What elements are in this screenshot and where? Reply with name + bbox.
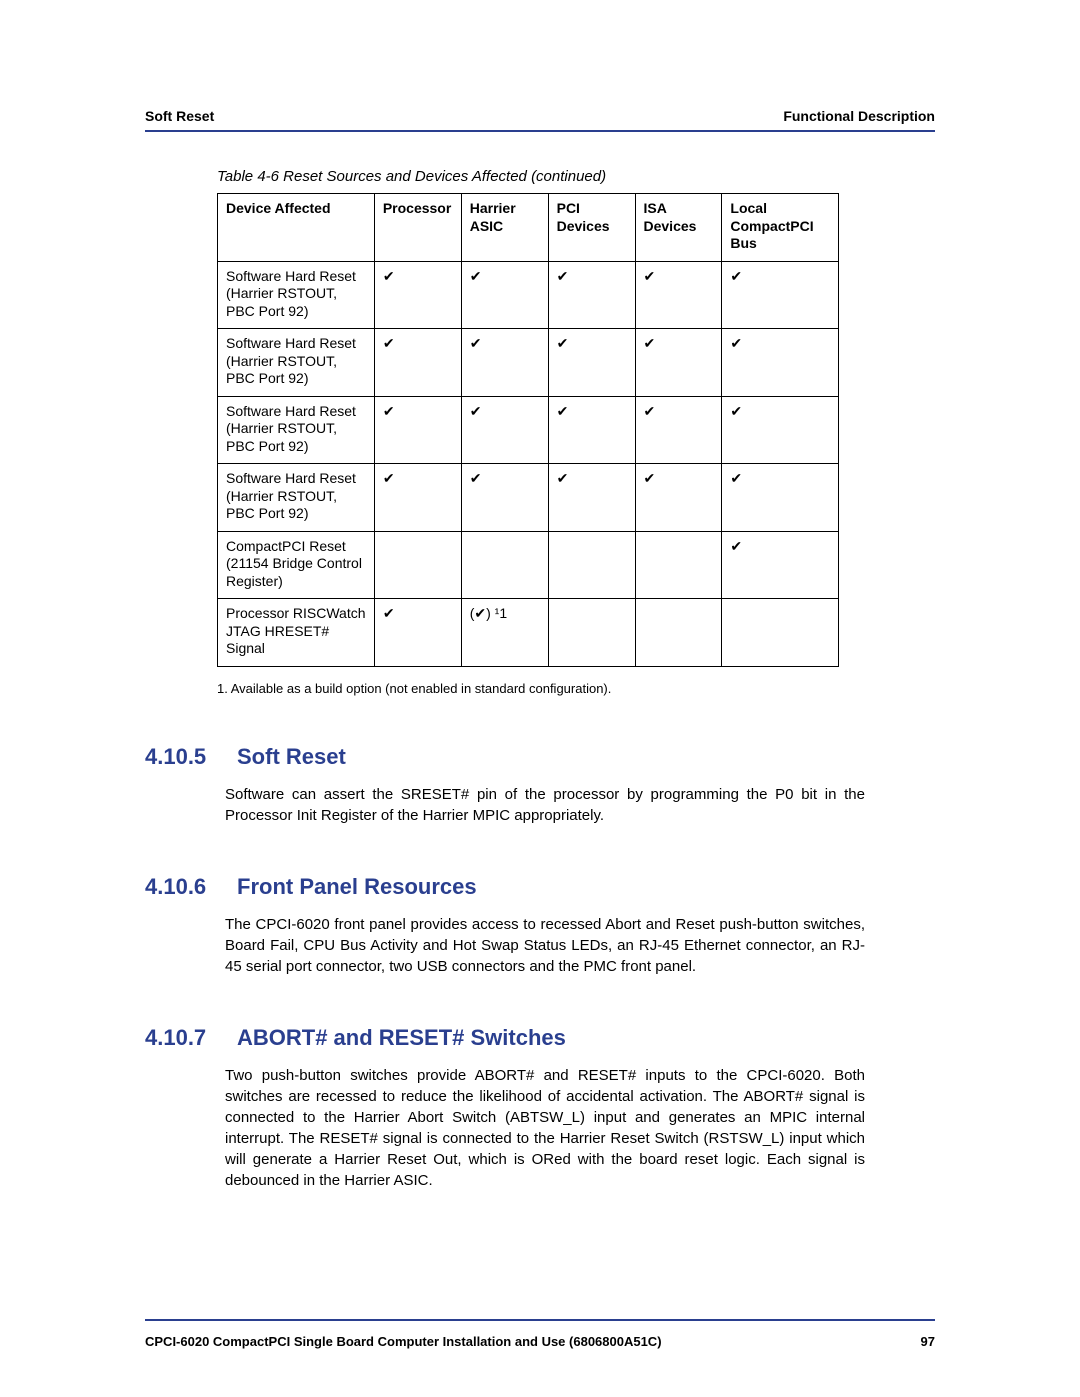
reset-table: Device Affected Processor Harrier ASIC P…	[217, 193, 839, 667]
cell-label: CompactPCI Reset (21154 Bridge Control R…	[218, 531, 375, 599]
table-row: Processor RISCWatch JTAG HRESET# Signal …	[218, 599, 839, 667]
cell-mark	[374, 531, 461, 599]
cell-mark: ✔	[461, 329, 548, 397]
cell-mark: ✔	[722, 396, 839, 464]
cell-mark: ✔	[722, 464, 839, 532]
table-row: CompactPCI Reset (21154 Bridge Control R…	[218, 531, 839, 599]
cell-label: Software Hard Reset (Harrier RSTOUT, PBC…	[218, 464, 375, 532]
header-left: Soft Reset	[145, 108, 214, 124]
section-heading-front-panel: 4.10.6 Front Panel Resources	[145, 874, 935, 900]
cell-label: Software Hard Reset (Harrier RSTOUT, PBC…	[218, 396, 375, 464]
cell-mark: ✔	[374, 261, 461, 329]
document-page: Soft Reset Functional Description Table …	[0, 0, 1080, 1397]
section-body: The CPCI-6020 front panel provides acces…	[225, 914, 865, 977]
cell-label: Processor RISCWatch JTAG HRESET# Signal	[218, 599, 375, 667]
cell-mark	[461, 531, 548, 599]
footer-left: CPCI-6020 CompactPCI Single Board Comput…	[145, 1334, 662, 1349]
section-body: Software can assert the SRESET# pin of t…	[225, 784, 865, 826]
table-footnote: 1. Available as a build option (not enab…	[217, 681, 935, 696]
cell-mark: ✔	[548, 464, 635, 532]
cell-mark: ✔	[548, 396, 635, 464]
cell-mark: ✔	[722, 531, 839, 599]
cell-mark	[548, 599, 635, 667]
cell-mark	[722, 599, 839, 667]
cell-mark	[635, 531, 722, 599]
cell-mark: ✔	[722, 329, 839, 397]
col-device-affected: Device Affected	[218, 194, 375, 262]
section-title: Front Panel Resources	[237, 874, 477, 900]
footer-rule	[145, 1319, 935, 1321]
cell-mark: ✔	[461, 261, 548, 329]
col-processor: Processor	[374, 194, 461, 262]
col-harrier-asic: Harrier ASIC	[461, 194, 548, 262]
section-number: 4.10.6	[145, 874, 209, 900]
col-pci-devices: PCI Devices	[548, 194, 635, 262]
cell-mark: ✔	[635, 329, 722, 397]
cell-mark: ✔	[548, 329, 635, 397]
table-row: Software Hard Reset (Harrier RSTOUT, PBC…	[218, 464, 839, 532]
header-right: Functional Description	[783, 108, 935, 124]
cell-mark: ✔	[374, 396, 461, 464]
cell-mark: (✔) ¹1	[461, 599, 548, 667]
header-rule	[145, 130, 935, 132]
table-header-row: Device Affected Processor Harrier ASIC P…	[218, 194, 839, 262]
col-local-compactpci-bus: Local CompactPCI Bus	[722, 194, 839, 262]
page-header: Soft Reset Functional Description	[145, 108, 935, 124]
page-footer: CPCI-6020 CompactPCI Single Board Comput…	[145, 1334, 935, 1349]
cell-mark: ✔	[461, 464, 548, 532]
section-body: Two push-button switches provide ABORT# …	[225, 1065, 865, 1191]
table-row: Software Hard Reset (Harrier RSTOUT, PBC…	[218, 329, 839, 397]
cell-mark: ✔	[374, 599, 461, 667]
cell-mark: ✔	[635, 261, 722, 329]
cell-mark: ✔	[461, 396, 548, 464]
cell-mark: ✔	[374, 464, 461, 532]
section-title: ABORT# and RESET# Switches	[237, 1025, 566, 1051]
cell-label: Software Hard Reset (Harrier RSTOUT, PBC…	[218, 329, 375, 397]
table-row: Software Hard Reset (Harrier RSTOUT, PBC…	[218, 396, 839, 464]
cell-mark	[635, 599, 722, 667]
cell-mark	[548, 531, 635, 599]
section-title: Soft Reset	[237, 744, 346, 770]
cell-mark: ✔	[635, 396, 722, 464]
section-number: 4.10.7	[145, 1025, 209, 1051]
cell-mark: ✔	[374, 329, 461, 397]
cell-mark: ✔	[635, 464, 722, 532]
section-number: 4.10.5	[145, 744, 209, 770]
col-isa-devices: ISA Devices	[635, 194, 722, 262]
cell-label: Software Hard Reset (Harrier RSTOUT, PBC…	[218, 261, 375, 329]
table-row: Software Hard Reset (Harrier RSTOUT, PBC…	[218, 261, 839, 329]
cell-mark: ✔	[548, 261, 635, 329]
footer-page-number: 97	[921, 1334, 935, 1349]
table-caption: Table 4-6 Reset Sources and Devices Affe…	[217, 168, 935, 185]
section-heading-abort-reset: 4.10.7 ABORT# and RESET# Switches	[145, 1025, 935, 1051]
section-heading-soft-reset: 4.10.5 Soft Reset	[145, 744, 935, 770]
cell-mark: ✔	[722, 261, 839, 329]
